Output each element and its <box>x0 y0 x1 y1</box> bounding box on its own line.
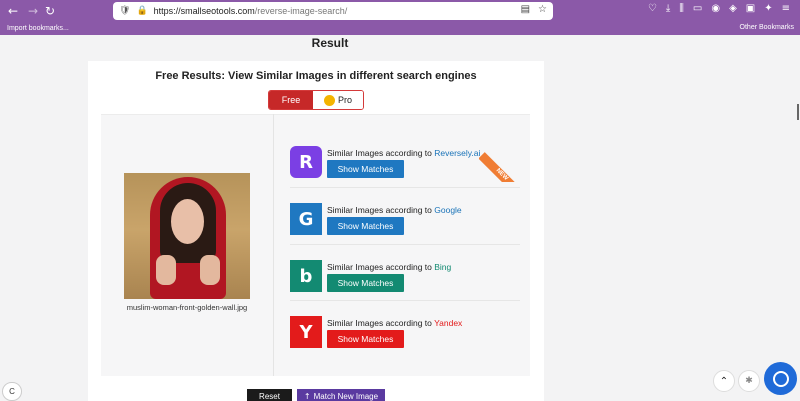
lock-icon: 🔒 <box>136 6 148 16</box>
toolbar-extensions: ♡ ⤓ ⫼ ▭ ◉ ◈ ▣ ✦ ≡ <box>648 3 790 14</box>
match-new-label: Match New Image <box>313 392 379 401</box>
panel-divider <box>273 114 274 376</box>
engine-name: Reversely.ai <box>434 148 481 158</box>
uploaded-image <box>124 173 250 299</box>
plan-toggle: Free Pro <box>268 90 364 110</box>
engine-name: Bing <box>434 262 452 272</box>
engine-text: Similar Images according to Yandex <box>327 318 463 328</box>
engine-row-yandex: Y Similar Images according to Yandex Sho… <box>290 316 520 356</box>
puzzle-icon[interactable]: ✦ <box>764 3 772 14</box>
bug-report-icon[interactable]: ✱ <box>738 370 760 392</box>
pro-label: Pro <box>337 95 352 105</box>
shield-icon: 🛡 <box>119 6 131 16</box>
account-icon[interactable]: ◉ <box>711 3 720 14</box>
reload-icon[interactable]: ↻ <box>40 1 60 21</box>
show-matches-button-yandex[interactable]: Show Matches <box>327 330 404 348</box>
bookmark-star-icon[interactable]: ☆ <box>538 4 547 15</box>
import-bookmarks-link[interactable]: Import bookmarks... <box>7 25 69 32</box>
engine-text: Similar Images according to Reversely.ai <box>327 148 481 158</box>
engine-name: Yandex <box>434 318 463 328</box>
engine-text: Similar Images according to Google <box>327 205 462 215</box>
pocket-icon[interactable]: ♡ <box>648 3 657 14</box>
show-matches-button-bing[interactable]: Show Matches <box>327 274 404 292</box>
engine-name: Google <box>434 205 462 215</box>
sidebar-icon[interactable]: ▭ <box>693 3 702 14</box>
engine-row-bing: b Similar Images according to Bing Show … <box>290 260 520 300</box>
engine-row-google: G Similar Images according to Google Sho… <box>290 203 520 243</box>
engine-text: Similar Images according to Bing <box>327 262 452 272</box>
bing-logo-icon: b <box>290 260 322 292</box>
corner-widget[interactable]: C <box>2 382 22 401</box>
downloads-icon[interactable]: ⤓ <box>666 3 670 14</box>
scrollbar[interactable] <box>797 104 799 120</box>
chat-icon[interactable] <box>764 362 797 395</box>
scroll-top-icon[interactable]: ⌃ <box>713 370 735 392</box>
url-path: /reverse-image-search/ <box>254 6 348 16</box>
match-new-image-button[interactable]: ↑ Match New Image <box>297 389 385 401</box>
reset-button[interactable]: Reset <box>247 389 292 401</box>
browser-toolbar: ← → ↻ 🛡 🔒 https://smallseotools.com/reve… <box>0 0 800 22</box>
pro-tab[interactable]: Pro <box>313 91 363 109</box>
library-icon[interactable]: ⫼ <box>679 3 684 14</box>
back-icon[interactable]: ← <box>3 1 23 21</box>
new-ribbon: NEW <box>479 146 515 182</box>
container-icon[interactable]: ▣ <box>746 3 755 14</box>
reader-view-icon[interactable]: ▤ <box>521 4 530 15</box>
other-bookmarks-link[interactable]: Other Bookmarks <box>740 24 794 31</box>
extension-icon[interactable]: ◈ <box>729 3 737 14</box>
menu-icon[interactable]: ≡ <box>782 3 790 14</box>
results-heading: Free Results: View Similar Images in dif… <box>155 70 477 82</box>
show-matches-button-google[interactable]: Show Matches <box>327 217 404 235</box>
page-title: Result <box>311 36 349 50</box>
reversely-logo-icon: R <box>290 146 322 178</box>
crown-icon <box>323 94 335 106</box>
url-host: https://smallseotools.com <box>153 6 255 16</box>
show-matches-button-reversely[interactable]: Show Matches <box>327 160 404 178</box>
image-filename: muslim-woman-front-golden-wall.jpg <box>126 303 248 312</box>
url-bar[interactable]: 🛡 🔒 https://smallseotools.com/reverse-im… <box>113 2 553 20</box>
free-tab[interactable]: Free <box>269 91 313 109</box>
bookmarks-bar: Import bookmarks... Other Bookmarks <box>0 22 800 35</box>
google-logo-icon: G <box>290 203 322 235</box>
yandex-logo-icon: Y <box>290 316 322 348</box>
upload-arrow-icon: ↑ <box>303 392 311 401</box>
